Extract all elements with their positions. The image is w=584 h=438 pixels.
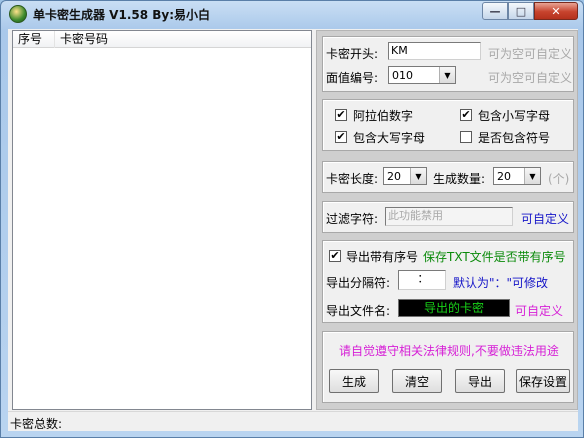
maximize-icon: □ [515,4,527,18]
face-value-label: 面值编号: [326,71,379,85]
filter-input[interactable]: 此功能禁用 [385,207,513,226]
count-unit: (个) [548,172,570,186]
lowercase-label[interactable]: 包含小写字母 [478,107,550,124]
chevron-down-icon[interactable]: ▼ [439,67,455,83]
separator-hint: 默认为"："可修改 [453,276,549,290]
length-selected: 20 [387,170,401,183]
app-window: 单卡密生成器 V1.58 By:易小白 — □ ✕ 序号 卡密号码 卡密总数: … [0,0,584,438]
count-label: 生成数量: [433,172,486,186]
symbols-checkbox[interactable] [460,131,472,143]
prefix-label: 卡密开头: [326,47,379,61]
export-group: ✔ 导出带有序号 保存TXT文件是否带有序号 导出分隔符: ： 默认为"："可修… [322,240,574,323]
window-title: 单卡密生成器 V1.58 By:易小白 [33,8,211,22]
face-value-selected: 010 [392,69,413,82]
filter-group: 过滤字符: 此功能禁用 可自定义 [322,201,574,233]
clear-button[interactable]: 清空 [392,369,442,393]
client-area: 序号 卡密号码 卡密总数: 卡密开头: KM 可为空可自定义 面值编号: 010… [8,29,578,431]
minimize-icon: — [489,4,501,18]
checkmark-icon: ✔ [461,108,471,121]
lowercase-checkbox[interactable]: ✔ [460,109,472,121]
charset-group: ✔ 阿拉伯数字 ✔ 包含小写字母 ✔ 包含大写字母 是否包含符号 [322,99,574,151]
face-value-select[interactable]: 010 ▼ [388,66,456,84]
close-button[interactable]: ✕ [534,2,578,20]
export-index-hint: 保存TXT文件是否带有序号 [423,250,566,264]
checkmark-icon: ✔ [336,108,346,121]
title-bar[interactable]: 单卡密生成器 V1.58 By:易小白 — □ ✕ [1,1,583,27]
status-bar: 卡密总数: [8,411,578,431]
prefix-group: 卡密开头: KM 可为空可自定义 面值编号: 010 ▼ 可为空可自定义 [322,36,574,92]
close-icon: ✕ [551,4,561,18]
face-value-hint: 可为空可自定义 [488,71,573,85]
card-total-label: 卡密总数: [10,417,63,431]
filter-hint: 可自定义 [521,212,570,226]
digits-checkbox[interactable]: ✔ [335,109,347,121]
separator-input[interactable]: ： [398,270,446,290]
count-selected: 20 [497,170,511,183]
filter-label: 过滤字符: [326,212,379,226]
symbols-label[interactable]: 是否包含符号 [478,129,550,146]
app-icon [9,5,27,23]
column-header-card-number[interactable]: 卡密号码 [55,31,311,48]
export-index-checkbox[interactable]: ✔ [329,250,341,262]
filename-hint: 可自定义 [515,304,564,318]
separator-label: 导出分隔符: [326,276,391,290]
export-button[interactable]: 导出 [455,369,505,393]
filename-label: 导出文件名: [326,304,391,318]
length-group: 卡密长度: 20 ▼ 生成数量: 20 ▼ (个) [322,161,574,193]
save-settings-button[interactable]: 保存设置 [516,369,570,393]
export-index-label[interactable]: 导出带有序号 [346,248,418,265]
minimize-button[interactable]: — [482,2,508,20]
generate-button[interactable]: 生成 [329,369,379,393]
uppercase-checkbox[interactable]: ✔ [335,131,347,143]
filename-input[interactable]: 导出的卡密 [398,299,510,317]
maximize-button[interactable]: □ [508,2,534,20]
action-group: 请自觉遵守相关法律规则,不要做违法用途 生成 清空 导出 保存设置 [322,331,574,403]
checkmark-icon: ✔ [336,130,346,143]
chevron-down-icon[interactable]: ▼ [524,168,540,184]
column-header-index[interactable]: 序号 [13,31,55,48]
list-header: 序号 卡密号码 [13,31,311,48]
prefix-hint: 可为空可自定义 [488,47,573,61]
legal-notice: 请自觉遵守相关法律规则,不要做违法用途 [339,344,559,358]
card-list[interactable]: 序号 卡密号码 [12,30,312,410]
length-select[interactable]: 20 ▼ [383,167,427,185]
digits-label[interactable]: 阿拉伯数字 [353,107,413,124]
length-label: 卡密长度: [326,172,379,186]
chevron-down-icon[interactable]: ▼ [410,168,426,184]
count-select[interactable]: 20 ▼ [493,167,541,185]
prefix-input[interactable]: KM [388,42,481,60]
uppercase-label[interactable]: 包含大写字母 [353,129,425,146]
checkmark-icon: ✔ [330,249,340,262]
settings-panel: 卡密开头: KM 可为空可自定义 面值编号: 010 ▼ 可为空可自定义 ✔ 阿… [316,30,578,410]
